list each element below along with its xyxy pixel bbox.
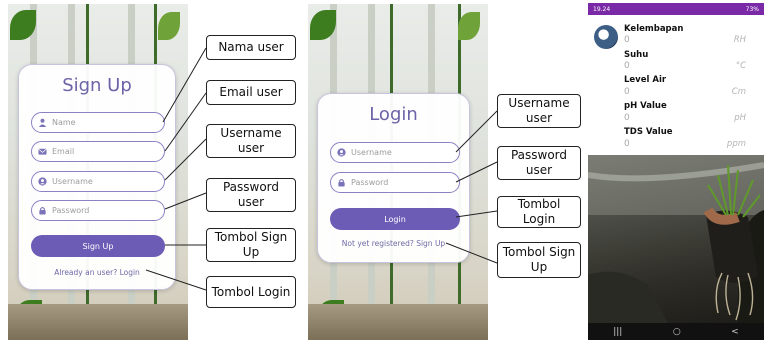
plant-photo-illustration bbox=[588, 155, 764, 323]
callout-password-user: Password user bbox=[497, 146, 581, 180]
home-button[interactable]: ○ bbox=[673, 327, 681, 337]
callout-line bbox=[145, 269, 207, 291]
app-logo bbox=[594, 25, 618, 49]
reading-value-tds: 0 bbox=[624, 139, 630, 149]
callout-tombol-login: Tombol Login bbox=[206, 276, 296, 308]
callout-tombol-login: Tombol Login bbox=[497, 196, 581, 228]
monitoring-screen: 19.24 73% Kelembapan 0 RH Suhu 0 °C Leve… bbox=[588, 3, 764, 340]
callout-line bbox=[162, 47, 207, 123]
callout-line bbox=[455, 110, 498, 153]
plant-camera-photo bbox=[588, 155, 764, 323]
reading-value-level-air: 0 bbox=[624, 87, 630, 97]
reading-value-ph: 0 bbox=[624, 113, 630, 123]
reading-unit-ph: pH bbox=[734, 113, 746, 123]
reading-unit-kelembapan: RH bbox=[733, 35, 746, 45]
reading-unit-level-air: Cm bbox=[731, 87, 746, 97]
reading-label-ph: pH Value bbox=[624, 101, 667, 111]
callout-line bbox=[164, 92, 207, 152]
callout-line bbox=[445, 242, 498, 264]
callout-password-user: Password user bbox=[206, 178, 296, 212]
callout-nama-user: Nama user bbox=[206, 35, 296, 60]
sensor-readings-panel: Kelembapan 0 RH Suhu 0 °C Level Air 0 Cm… bbox=[588, 15, 764, 155]
callout-line bbox=[164, 138, 207, 181]
reading-label-level-air: Level Air bbox=[624, 75, 667, 85]
reading-value-kelembapan: 0 bbox=[624, 35, 630, 45]
battery-level: 73% bbox=[745, 5, 759, 13]
callout-email-user: Email user bbox=[206, 80, 296, 105]
reading-value-suhu: 0 bbox=[624, 61, 630, 71]
reading-label-tds: TDS Value bbox=[624, 127, 673, 137]
recent-apps-button[interactable]: ||| bbox=[613, 327, 622, 337]
android-nav-bar: ||| ○ < bbox=[588, 323, 764, 340]
callout-line bbox=[455, 161, 498, 183]
callout-tombol-signup: Tombol Sign Up bbox=[497, 242, 581, 278]
status-bar: 19.24 73% bbox=[588, 3, 764, 15]
status-time: 19.24 bbox=[593, 5, 611, 13]
callout-username-user: Username user bbox=[497, 94, 581, 128]
callout-username-user: Username user bbox=[206, 124, 296, 158]
callout-line bbox=[164, 192, 207, 210]
reading-unit-tds: ppm bbox=[726, 139, 746, 149]
reading-unit-suhu: °C bbox=[735, 61, 746, 71]
reading-label-kelembapan: Kelembapan bbox=[624, 24, 684, 34]
callout-tombol-signup: Tombol Sign Up bbox=[206, 228, 296, 262]
callout-line bbox=[455, 210, 498, 218]
reading-label-suhu: Suhu bbox=[624, 50, 649, 60]
back-button[interactable]: < bbox=[731, 327, 739, 337]
